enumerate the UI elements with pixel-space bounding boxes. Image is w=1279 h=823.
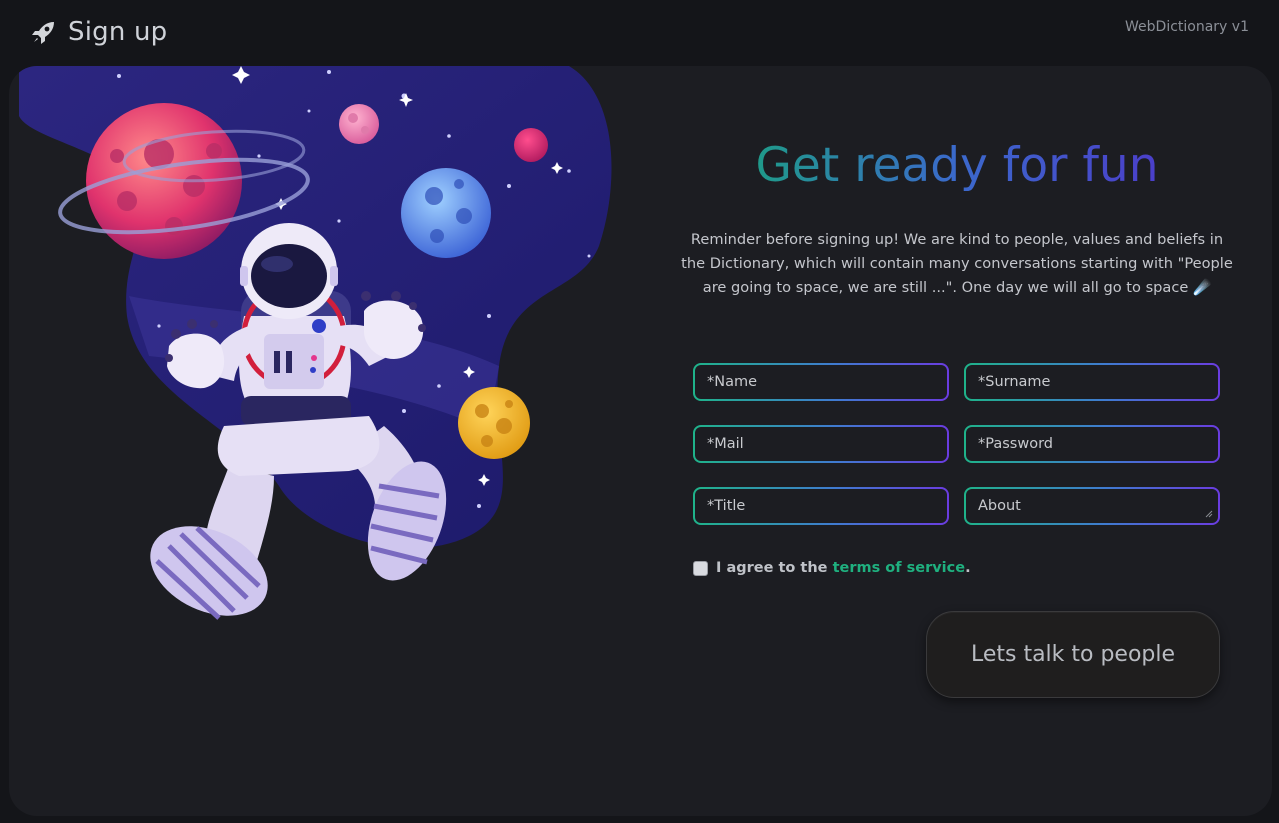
title-field-wrapper <box>693 487 949 525</box>
reminder-text: Reminder before signing up! We are kind … <box>681 231 1233 296</box>
password-field-wrapper <box>964 425 1220 463</box>
resize-grip-icon[interactable] <box>1205 510 1213 518</box>
terms-prefix: I agree to the <box>716 560 828 576</box>
about-textarea[interactable] <box>978 489 1218 523</box>
name-input[interactable] <box>707 365 947 399</box>
rocket-icon <box>30 18 58 46</box>
top-bar: Sign up WebDictionary v1 <box>0 0 1279 64</box>
title-input[interactable] <box>707 489 947 523</box>
main-heading: Get ready for fun <box>755 138 1159 193</box>
password-input[interactable] <box>978 427 1218 461</box>
signup-panel: Get ready for fun Reminder before signin… <box>9 66 1272 816</box>
app-version: WebDictionary v1 <box>1125 19 1249 35</box>
mail-field-wrapper <box>693 425 949 463</box>
terms-agreement: I agree to the terms of service. <box>693 560 971 576</box>
about-field-wrapper <box>964 487 1220 525</box>
terms-checkbox[interactable] <box>693 560 708 576</box>
surname-field-wrapper <box>964 363 1220 401</box>
submit-button[interactable]: Lets talk to people <box>926 611 1220 698</box>
heading: Get ready for fun <box>709 138 1205 193</box>
terms-suffix: . <box>965 560 971 576</box>
page-title: Sign up <box>68 17 168 47</box>
mail-input[interactable] <box>707 427 947 461</box>
surname-input[interactable] <box>978 365 1218 399</box>
name-field-wrapper <box>693 363 949 401</box>
terms-of-service-link[interactable]: terms of service <box>833 560 966 576</box>
brand: Sign up <box>30 14 167 50</box>
astronaut-illustration <box>19 66 612 620</box>
